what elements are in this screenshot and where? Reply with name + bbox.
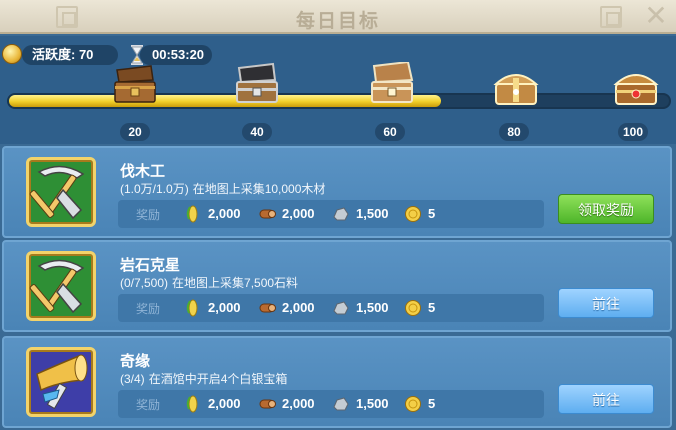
wood-log-icon [259,303,276,313]
task-description: 在地图上采集7,500石料 [172,276,299,290]
reward-stone-amount: 1,500 [356,206,389,221]
go-to-button[interactable]: 前往 [558,384,654,414]
task-description-line: (0/7,500) 在地图上采集7,500石料 [120,274,298,291]
reward-strip: 奖励 2,000 2,000 1,500 5 [118,294,544,322]
wooden-chest-open-icon[interactable] [111,62,159,106]
task-card-rock-breaker: 岩石克星 (0/7,500) 在地图上采集7,500石料 奖励 2,000 2,0… [2,240,672,332]
close-button[interactable]: ✕ [642,2,670,30]
reward-label: 奖励 [136,398,161,412]
reward-strip: 奖励 2,000 2,000 1,500 5 [118,390,544,418]
task-description-line: (1.0万/1.0万) 在地图上采集10,000木材 [120,180,325,197]
gold-coin-icon [405,300,421,316]
reward-food-amount: 2,000 [208,206,241,221]
wood-log-icon [259,209,276,219]
reward-gold-amount: 5 [428,206,436,221]
close-icon: ✕ [644,0,668,31]
reward-strip: 奖励 2,000 2,000 1,500 5 [118,200,544,228]
reward-gold-amount: 5 [428,396,436,411]
activity-points: 活跃度: 70 [22,45,118,65]
task-title: 伐木工 [120,163,166,180]
task-icon-frame [26,347,96,417]
reward-stone-amount: 1,500 [356,300,389,315]
title-bar: 每日目标 ✕ [0,0,676,34]
task-progress: (3/4) [120,372,145,386]
reward-food-amount: 2,000 [208,300,241,315]
task-card-adventure: 奇缘 (3/4) 在酒馆中开启4个白银宝箱 奖励 2,000 2,000 1,50… [2,336,672,428]
task-icon-frame [26,157,96,227]
window-title: 每日目标 [295,11,380,32]
reward-food-amount: 2,000 [208,396,241,411]
pickaxe-shovel-icon [29,165,85,220]
activity-progress-panel: 活跃度: 70 00:53:20 20 40 60 80 100 [0,36,676,144]
wood-log-icon [259,399,276,409]
milestone-60: 60 [375,123,405,141]
reward-label: 奖励 [136,208,161,222]
pickaxe-shovel-icon [29,259,85,314]
stone-icon [333,207,349,221]
gold-coin-icon [405,396,421,412]
corn-icon [186,395,198,413]
silver-chest-open-icon[interactable] [368,62,416,106]
go-to-button[interactable]: 前往 [558,288,654,318]
task-card-lumberjack: 伐木工 (1.0万/1.0万) 在地图上采集10,000木材 奖励 2,000 2… [2,146,672,238]
milestone-40: 40 [242,123,272,141]
task-description-line: (3/4) 在酒馆中开启4个白银宝箱 [120,370,287,387]
horn-hammer-icon [36,354,88,410]
reward-label: 奖励 [136,302,161,316]
task-title: 奇缘 [120,353,151,370]
stone-icon [333,301,349,315]
milestone-100: 100 [618,123,648,141]
gold-coin-icon [405,206,421,222]
stone-icon [333,397,349,411]
corn-icon [186,299,198,317]
task-description: 在地图上采集10,000木材 [192,182,326,196]
task-progress: (1.0万/1.0万) [120,182,189,196]
claim-reward-button[interactable]: 领取奖励 [558,194,654,224]
reward-wood-amount: 2,000 [282,396,315,411]
golden-chest-icon[interactable] [492,66,540,110]
task-icon-frame [26,251,96,321]
reward-gold-amount: 5 [428,300,436,315]
task-description: 在酒馆中开启4个白银宝箱 [148,372,288,386]
royal-chest-icon[interactable] [612,66,660,110]
corn-icon [186,205,198,223]
task-progress: (0/7,500) [120,276,169,290]
activity-coin-icon [2,44,22,64]
activity-progress-bar [7,93,671,109]
milestone-80: 80 [499,123,529,141]
milestone-20: 20 [120,123,150,141]
reward-wood-amount: 2,000 [282,300,315,315]
task-title: 岩石克星 [120,257,181,274]
reward-wood-amount: 2,000 [282,206,315,221]
reward-stone-amount: 1,500 [356,396,389,411]
iron-chest-open-icon[interactable] [233,62,281,106]
